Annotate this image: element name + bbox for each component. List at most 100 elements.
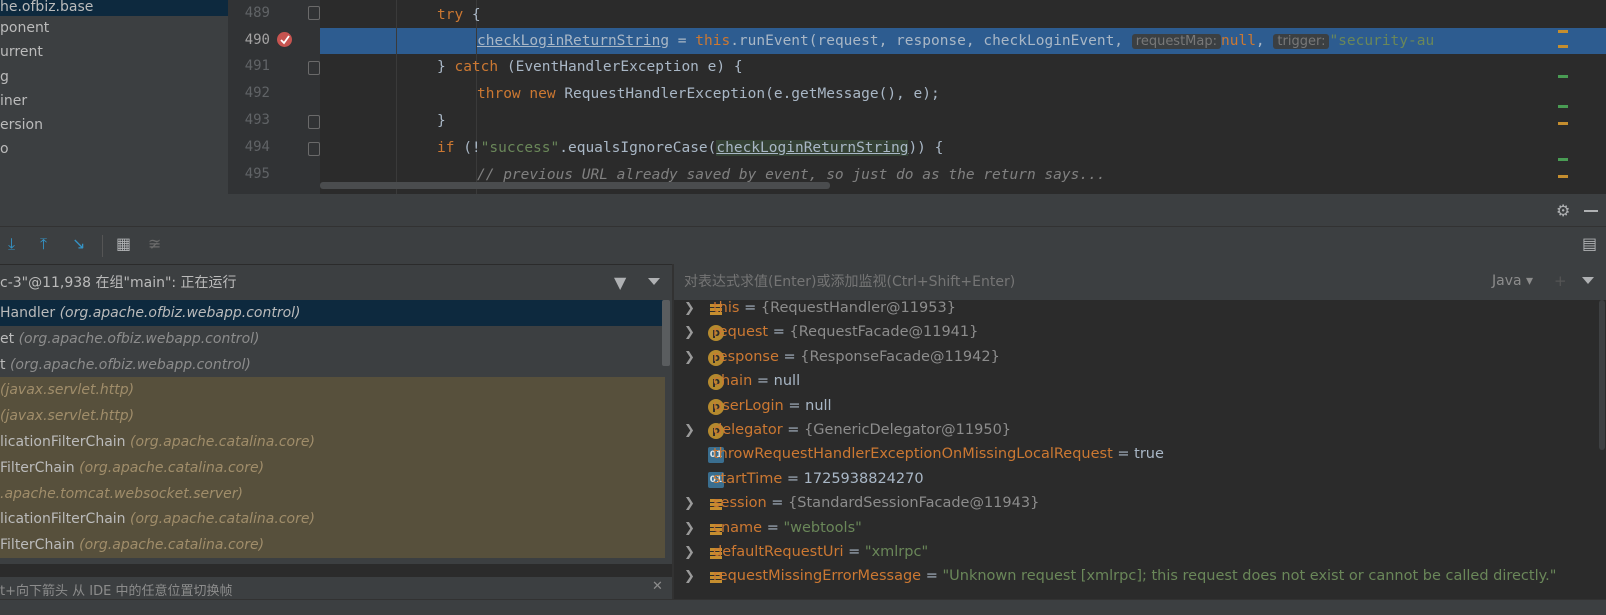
variables-tree[interactable]: ❯ this = {RequestHandler@11953} ❯ p request …	[674, 300, 1606, 599]
gear-icon[interactable]: ⚙	[1556, 201, 1570, 220]
stack-frame[interactable]: .apache.tomcat.websocket.server)	[0, 480, 665, 507]
evaluate-expression-input[interactable]	[674, 264, 1474, 300]
language-selector[interactable]: Java ▾	[1492, 273, 1533, 289]
frame-method: Handler	[0, 305, 60, 321]
stack-frame[interactable]: licationFilterChain (org.apache.catalina…	[0, 429, 665, 455]
fold-icon[interactable]	[308, 115, 320, 129]
frame-package: (org.apache.catalina.core)	[130, 511, 315, 528]
variable-row[interactable]: ❯ requestMissingErrorMessage = "Unknown r…	[674, 564, 1594, 589]
variable-ref[interactable]: checkLoginReturnString	[477, 33, 669, 49]
equals-sign: =	[921, 568, 943, 585]
project-tree-item[interactable]: ersion	[0, 117, 43, 133]
editor-gutter[interactable]: 489 490 491 492 493 494 495	[228, 0, 320, 194]
frames-header: c-3"@11,938 在组"main": 正在运行 ▼	[0, 264, 672, 301]
variable-value: null	[805, 397, 832, 414]
frames-scrollbar[interactable]	[662, 300, 670, 366]
variable-name: request	[713, 324, 769, 341]
frame-method: licationFilterChain	[0, 434, 130, 450]
chevron-right-icon[interactable]: ❯	[684, 516, 695, 541]
close-icon[interactable]: ✕	[652, 579, 663, 594]
equals-sign: =	[752, 373, 774, 390]
chevron-right-icon[interactable]: ❯	[684, 491, 695, 516]
line-number: 491	[244, 58, 270, 74]
variable-row[interactable]: p chain = null	[674, 369, 1594, 394]
variable-row[interactable]: ❯ cname = "webtools"	[674, 516, 1594, 541]
fold-icon[interactable]	[308, 61, 320, 75]
variable-value: true	[1134, 446, 1164, 463]
layout-icon[interactable]: ▤	[1582, 234, 1597, 253]
chevron-right-icon[interactable]: ❯	[684, 540, 695, 565]
project-tree-item[interactable]: ponent	[0, 20, 49, 36]
horizontal-scrollbar[interactable]	[320, 182, 830, 189]
minimize-icon[interactable]	[1584, 210, 1598, 212]
equals-sign: =	[1112, 446, 1135, 463]
frame-package: (javax.servlet.http)	[0, 382, 135, 399]
code-editor[interactable]: try { checkLoginReturnString = this.runE…	[320, 0, 1606, 194]
chevron-down-icon[interactable]	[1582, 277, 1594, 284]
equals-sign: =	[768, 324, 790, 341]
stack-frame[interactable]: (javax.servlet.http)	[0, 403, 665, 430]
frame-package: (org.apache.ofbiz.webapp.control)	[18, 330, 260, 347]
project-tree-item[interactable]: g	[0, 69, 9, 85]
variables-scrollbar[interactable]	[1598, 300, 1606, 599]
variable-name: cname	[713, 519, 763, 536]
code-line-490: checkLoginReturnString = this.runEvent(r…	[477, 28, 1434, 54]
fold-icon[interactable]	[308, 6, 320, 20]
code-text: }	[437, 59, 455, 75]
variable-row[interactable]: ❯ p request = {RequestFacade@11941}	[674, 320, 1594, 345]
stack-frame[interactable]: Handler (org.apache.ofbiz.webapp.control…	[0, 300, 665, 326]
trace-icon[interactable]: ≆	[148, 234, 161, 253]
variable-row[interactable]: ❯ this = {RequestHandler@11953}	[674, 300, 1594, 321]
variable-name: chain	[713, 373, 753, 390]
project-tree-item[interactable]: o	[0, 141, 9, 157]
variable-name: userLogin	[713, 397, 784, 414]
frame-package: .apache.tomcat.websocket.server)	[0, 485, 243, 502]
frames-list[interactable]: Handler (org.apache.ofbiz.webapp.control…	[0, 300, 672, 564]
step-into-icon[interactable]: ⤓	[8, 234, 15, 254]
variable-row[interactable]: ❯ p response = {ResponseFacade@11942}	[674, 345, 1594, 370]
evaluate-bar: Java ▾ +	[674, 264, 1606, 300]
stack-frame[interactable]: et (org.apache.ofbiz.webapp.control)	[0, 326, 665, 352]
code-text: }	[437, 113, 446, 129]
chevron-right-icon[interactable]: ❯	[684, 564, 695, 589]
code-text: =	[669, 33, 696, 49]
variable-ref[interactable]: checkLoginReturnString	[716, 140, 909, 156]
chevron-down-icon[interactable]	[648, 278, 660, 285]
project-tree-item[interactable]: he.ofbiz.base	[0, 0, 228, 16]
variable-row[interactable]: 01 startTime = 1725938824270	[674, 467, 1594, 492]
code-text: .equalsIgnoreCase(	[559, 140, 717, 156]
project-tree-item[interactable]: iner	[0, 93, 27, 109]
thread-selector[interactable]: c-3"@11,938 在组"main": 正在运行	[0, 265, 560, 301]
variable-name: throwRequestHandlerExceptionOnMissingLoc…	[713, 446, 1113, 463]
chevron-right-icon[interactable]: ❯	[684, 320, 695, 345]
debug-toolbar: ⤓ ⤒ ↘ ▦ ≆ ▤	[0, 226, 1606, 265]
keyword: if	[437, 140, 455, 156]
stack-frame[interactable]: t (org.apache.ofbiz.webapp.control)	[0, 352, 665, 378]
project-tree: he.ofbiz.base ponent urrent g iner ersio…	[0, 0, 228, 194]
variable-value: {ResponseFacade@11942}	[800, 348, 1000, 365]
add-watch-icon[interactable]: +	[1554, 272, 1567, 290]
variable-row[interactable]: ❯ p delegator = {GenericDelegator@11950}	[674, 418, 1594, 443]
variable-row[interactable]: p userLogin = null	[674, 394, 1594, 419]
frame-package: (org.apache.catalina.core)	[79, 459, 265, 476]
variable-row[interactable]: ❯ session = {StandardSessionFacade@11943}	[674, 491, 1594, 516]
step-out-icon[interactable]: ⤒	[40, 234, 47, 254]
code-text: .runEvent(request, response, checkLoginE…	[730, 33, 1132, 49]
stack-frame[interactable]: licationFilterChain (org.apache.catalina…	[0, 506, 665, 533]
evaluate-expression-icon[interactable]: ▦	[116, 234, 131, 253]
stack-frame[interactable]: (javax.servlet.http)	[0, 377, 665, 404]
comment: // previous URL already saved by event, …	[477, 167, 1106, 183]
filter-icon[interactable]: ▼	[614, 273, 626, 292]
chevron-right-icon[interactable]: ❯	[684, 345, 695, 370]
variable-row[interactable]: ❯ defaultRequestUri = "xmlrpc"	[674, 540, 1594, 565]
fold-icon[interactable]	[308, 142, 320, 156]
run-to-cursor-icon[interactable]: ↘	[72, 234, 85, 253]
project-tree-item[interactable]: urrent	[0, 44, 43, 60]
toolbar-separator	[102, 235, 103, 257]
stack-frame[interactable]: FilterChain (org.apache.catalina.core)	[0, 454, 665, 481]
breakpoint-icon[interactable]	[277, 32, 292, 47]
chevron-right-icon[interactable]: ❯	[684, 418, 695, 443]
variable-row[interactable]: 01 throwRequestHandlerExceptionOnMissingL…	[674, 442, 1594, 467]
stack-frame[interactable]: FilterChain (org.apache.catalina.core)	[0, 532, 665, 559]
chevron-right-icon[interactable]: ❯	[684, 300, 695, 321]
